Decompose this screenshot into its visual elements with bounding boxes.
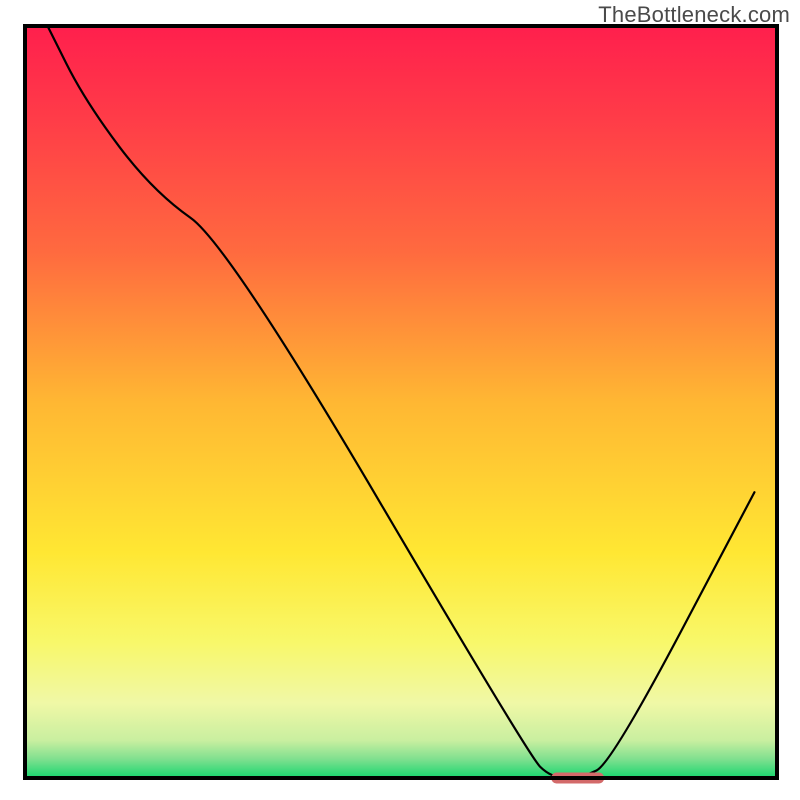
chart-container: TheBottleneck.com <box>0 0 800 800</box>
plot-background <box>25 26 777 778</box>
bottleneck-chart <box>0 0 800 800</box>
